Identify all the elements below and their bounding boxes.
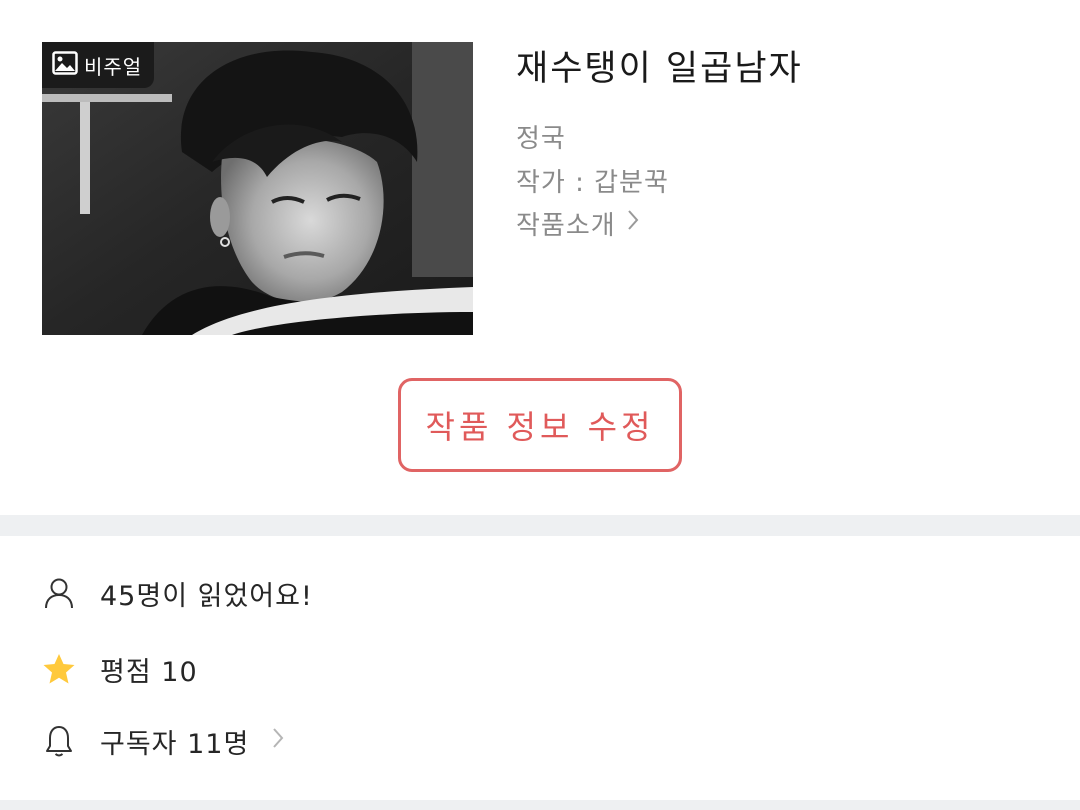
chevron-right-icon <box>626 208 640 239</box>
readers-text: 45명이 읽었어요! <box>100 580 313 612</box>
subscribers-text: 구독자 11명 <box>100 728 250 760</box>
person-icon <box>40 574 78 612</box>
visual-badge[interactable]: 비주얼 <box>42 42 155 88</box>
edit-work-info-button[interactable]: 작품 정보 수정 <box>398 378 682 472</box>
image-icon <box>52 51 78 79</box>
work-genre: 정국 <box>516 124 566 154</box>
visual-badge-label: 비주얼 <box>84 54 143 79</box>
rating-text: 평점 10 <box>100 656 198 688</box>
work-intro-link[interactable]: 작품소개 <box>516 205 640 242</box>
work-author: 작가 : 갑분꾹 <box>516 168 669 198</box>
rating-stat: 평점 10 <box>40 644 198 694</box>
subscribers-stat[interactable]: 구독자 11명 <box>40 716 285 766</box>
work-stats: 45명이 읽었어요! 평점 10 구독자 11명 <box>0 536 1080 798</box>
work-header: 비주얼 재수탱이 일곱남자 정국 작가 : 갑분꾹 작품소개 작품 정보 수정 <box>0 0 1080 515</box>
chevron-right-icon <box>271 726 285 757</box>
section-divider <box>0 515 1080 536</box>
work-title: 재수탱이 일곱남자 <box>516 49 803 89</box>
star-icon <box>40 650 78 688</box>
bell-icon <box>40 722 78 760</box>
work-intro-label: 작품소개 <box>516 211 616 241</box>
section-divider-bottom <box>0 800 1080 810</box>
readers-stat: 45명이 읽었어요! <box>40 568 313 618</box>
